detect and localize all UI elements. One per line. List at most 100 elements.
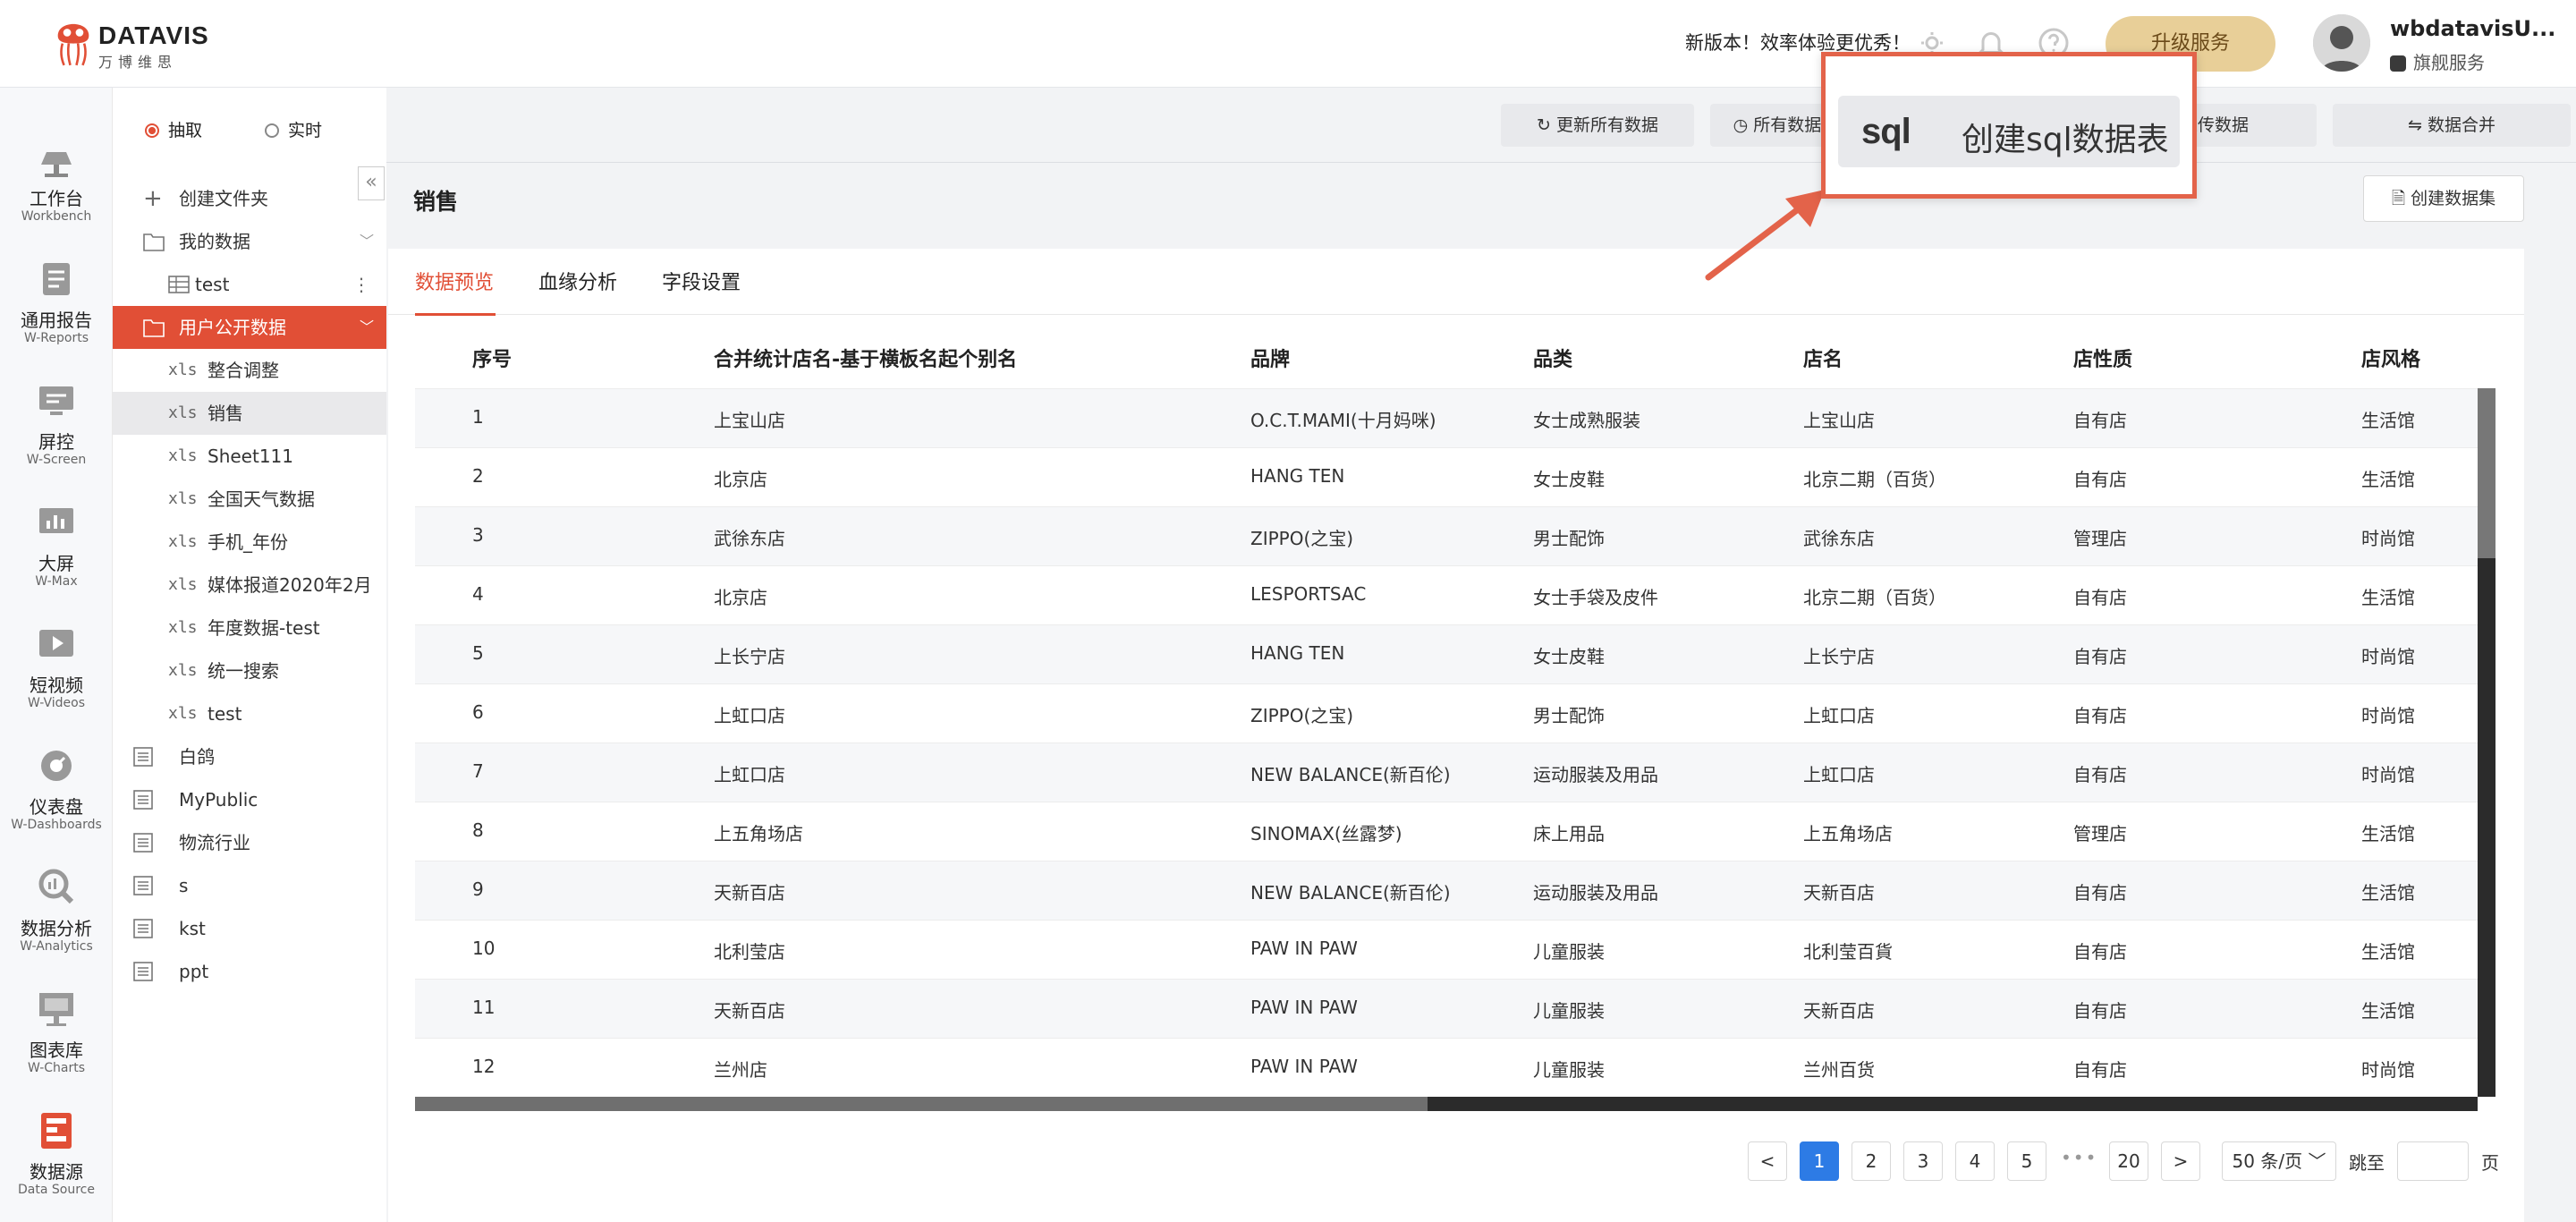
vertical-scrollbar-thumb[interactable] xyxy=(2478,388,2496,558)
group-item[interactable]: 物流行业 xyxy=(113,821,386,864)
zoom-callout: sql 创建sql数据表 xyxy=(1821,52,2197,199)
nav-label-en: Data Source xyxy=(18,1183,95,1197)
nav-label: 数据源 xyxy=(30,1161,83,1183)
gauge-icon xyxy=(41,751,72,781)
table-cell: 上长宁店 xyxy=(1803,646,1875,667)
merge-data-button[interactable]: ⇋ 数据合并 xyxy=(2333,104,2571,147)
tab-field-settings[interactable]: 字段设置 xyxy=(662,267,741,295)
file-item[interactable]: xls 年度数据-test xyxy=(113,607,386,649)
pagination-ellipsis[interactable]: ••• xyxy=(2061,1147,2097,1168)
public-data-folder[interactable]: 用户公开数据 ﹀ xyxy=(113,306,386,349)
page-button[interactable]: 5 xyxy=(2007,1141,2046,1181)
nav-label: 数据分析 xyxy=(21,918,92,939)
column-header[interactable]: 品类 xyxy=(1533,344,1572,372)
column-header[interactable]: 店性质 xyxy=(2073,344,2132,372)
file-item[interactable]: xls 销售 xyxy=(113,392,386,435)
my-data-folder[interactable]: 我的数据 ﹀ xyxy=(113,220,386,263)
table-cell: 运动服装及用品 xyxy=(1533,764,1658,785)
file-item[interactable]: xls 媒体报道2020年2月 xyxy=(113,564,386,607)
merge-label: 数据合并 xyxy=(2427,115,2496,135)
create-folder-item[interactable]: + 创建文件夹 xyxy=(113,177,386,220)
table-cell: 儿童服装 xyxy=(1533,941,1605,963)
group-item[interactable]: kst xyxy=(113,907,386,950)
group-item[interactable]: MyPublic xyxy=(113,778,386,821)
nav-item-w-charts[interactable]: 图表库 W-Charts xyxy=(0,979,113,1100)
table-cell: 儿童服装 xyxy=(1533,1000,1605,1022)
table-cell: 北京店 xyxy=(714,587,767,608)
nav-item-workbench[interactable]: 工作台 Workbench xyxy=(0,127,113,249)
test-table-item[interactable]: test ⋮ xyxy=(113,263,386,306)
realtime-mode-radio[interactable]: 实时 xyxy=(265,117,322,141)
xls-file-icon: xls xyxy=(168,661,198,680)
page-button[interactable]: 3 xyxy=(1903,1141,1943,1181)
page-size-select[interactable]: 50 条/页 ﹀ xyxy=(2222,1141,2336,1181)
horizontal-scrollbar-thumb[interactable] xyxy=(415,1097,1428,1111)
merge-icon: ⇋ xyxy=(2408,115,2428,135)
table-cell: 12 xyxy=(472,1056,496,1077)
column-header[interactable]: 店名 xyxy=(1803,344,1843,372)
page-button[interactable]: 4 xyxy=(1955,1141,1995,1181)
next-page-button[interactable]: > xyxy=(2161,1141,2200,1181)
group-item[interactable]: 白鸽 xyxy=(113,735,386,778)
table-cell: 床上用品 xyxy=(1533,823,1605,844)
group-item[interactable]: ppt xyxy=(113,950,386,993)
vertical-scrollbar[interactable] xyxy=(2478,388,2496,1097)
table-cell: 时尚馆 xyxy=(2361,528,2415,549)
page-size-value: 50 条/页 xyxy=(2232,1150,2303,1172)
username[interactable]: wbdatavisU... xyxy=(2390,16,2555,41)
column-header[interactable]: 店风格 xyxy=(2361,344,2420,372)
file-item[interactable]: xls 统一搜索 xyxy=(113,649,386,692)
column-header[interactable]: 品牌 xyxy=(1250,344,1290,372)
table-cell: 自有店 xyxy=(2073,941,2127,963)
table-cell: 儿童服装 xyxy=(1533,1059,1605,1081)
prev-page-button[interactable]: < xyxy=(1748,1141,1787,1181)
nav-item-w-analytics[interactable]: 数据分析 W-Analytics xyxy=(0,857,113,979)
extract-mode-radio[interactable]: 抽取 xyxy=(145,117,202,141)
file-item[interactable]: xls 整合调整 xyxy=(113,349,386,392)
column-header[interactable]: 合并统计店名-基于横板名起个别名 xyxy=(714,344,1017,372)
table-cell: 自有店 xyxy=(2073,469,2127,490)
file-item[interactable]: xls 手机_年份 xyxy=(113,521,386,564)
table-cell: 上虹口店 xyxy=(1803,764,1875,785)
file-item[interactable]: xls test xyxy=(113,692,386,735)
create-dataset-button[interactable]: 🗎 创建数据集 xyxy=(2363,175,2524,222)
test-label: test xyxy=(195,274,230,295)
file-name: test xyxy=(208,703,242,725)
nav-label: 工作台 xyxy=(30,188,83,209)
table-cell: ZIPPO(之宝) xyxy=(1250,705,1354,726)
file-item[interactable]: xls 全国天气数据 xyxy=(113,478,386,521)
jump-page-input[interactable] xyxy=(2397,1141,2469,1181)
tab-lineage[interactable]: 血缘分析 xyxy=(538,267,617,295)
nav-item-w-screen[interactable]: 屏控 W-Screen xyxy=(0,370,113,492)
plan-label: 旗舰服务 xyxy=(2413,52,2485,73)
page-button[interactable]: 1 xyxy=(1800,1141,1839,1181)
table-cell: 8 xyxy=(472,819,484,841)
nav-item-data-source[interactable]: 数据源 Data Source xyxy=(0,1100,113,1222)
file-name: 手机_年份 xyxy=(208,531,288,553)
table-cell: 时尚馆 xyxy=(2361,705,2415,726)
last-page-button[interactable]: 20 xyxy=(2109,1141,2148,1181)
more-options-icon[interactable]: ⋮ xyxy=(352,263,370,306)
refresh-all-button[interactable]: ↻ 更新所有数据 xyxy=(1501,104,1694,147)
nav-item-w-videos[interactable]: 短视频 W-Videos xyxy=(0,614,113,735)
file-item[interactable]: xls Sheet111 xyxy=(113,435,386,478)
xls-file-icon: xls xyxy=(168,361,198,379)
nav-label: 仪表盘 xyxy=(30,796,83,818)
nav-item-w-dashboards[interactable]: 仪表盘 W-Dashboards xyxy=(0,735,113,857)
plan-badge: 旗舰服务 xyxy=(2390,48,2485,74)
avatar[interactable] xyxy=(2313,14,2370,72)
table-cell: 10 xyxy=(472,938,496,959)
table-cell: 北京二期（百货） xyxy=(1803,469,1946,490)
nav-item-w-max[interactable]: 大屏 W-Max xyxy=(0,492,113,614)
page-button[interactable]: 2 xyxy=(1852,1141,1891,1181)
column-header[interactable]: 序号 xyxy=(472,344,512,372)
nav-label: 通用报告 xyxy=(21,310,92,331)
group-item[interactable]: s xyxy=(113,864,386,907)
horizontal-scrollbar[interactable] xyxy=(415,1097,2478,1111)
nav-item-w-reports[interactable]: 通用报告 W-Reports xyxy=(0,249,113,370)
table-cell: 生活馆 xyxy=(2361,823,2415,844)
nav-label: 图表库 xyxy=(30,1040,83,1061)
chevron-down-icon: ﹀ xyxy=(359,318,374,335)
tab-data-preview[interactable]: 数据预览 xyxy=(415,267,494,295)
table-cell: 自有店 xyxy=(2073,410,2127,431)
